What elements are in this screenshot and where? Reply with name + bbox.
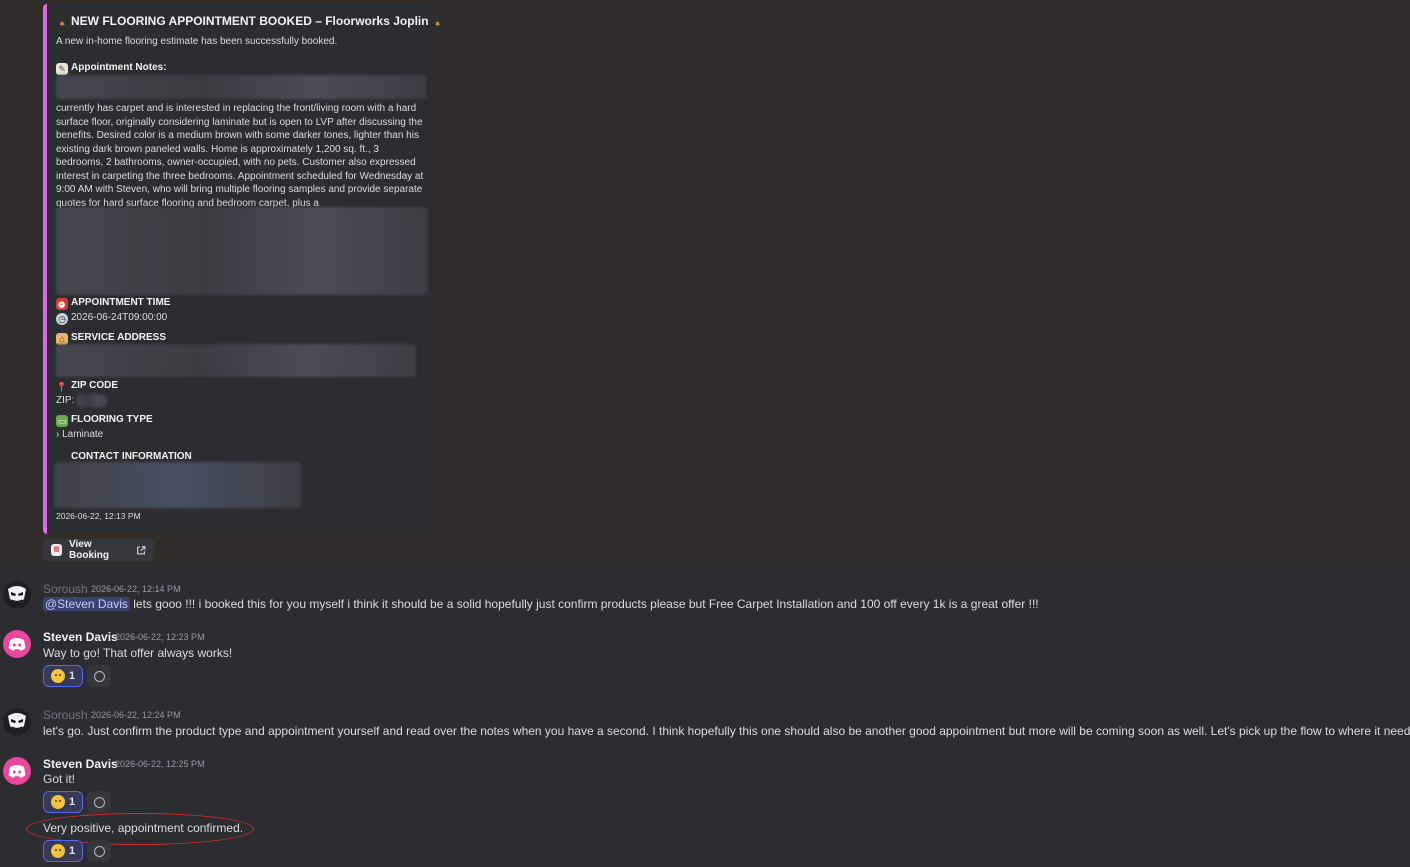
notes-title: ✎ Appointment Notes:	[56, 62, 167, 75]
smiley-icon	[93, 670, 105, 682]
masked-avatar-icon	[3, 581, 31, 609]
flooring-type-title-text: FLOORING TYPE	[71, 414, 153, 425]
redacted-address	[56, 344, 416, 377]
appointment-time-value: ◷ 2026-06-24T09:00:00	[56, 312, 167, 325]
view-booking-button[interactable]: ▦ View Booking	[43, 539, 154, 561]
discord-logo-icon	[8, 638, 26, 651]
smiley-icon	[93, 845, 105, 857]
phone-icon	[56, 449, 68, 461]
add-reaction-button[interactable]	[87, 840, 111, 862]
message-text: lets gooo !!! i booked this for you myse…	[129, 597, 1039, 611]
notes-title-text: Appointment Notes:	[71, 62, 167, 73]
message-content: @Steven Davis lets gooo !!! i booked thi…	[43, 597, 1039, 611]
zip-code-title: 📍 ZIP CODE	[56, 380, 118, 393]
service-address-title-text: SERVICE ADDRESS	[71, 332, 167, 343]
message-text: Got it!	[43, 772, 76, 786]
reaction-count: 1	[68, 670, 76, 682]
user-mention[interactable]: @Steven Davis	[43, 597, 130, 611]
message-author[interactable]: Steven Davis	[43, 757, 118, 771]
message-timestamp: 2026-06-22, 12:14 PM	[91, 584, 181, 594]
redacted-notes-start	[56, 75, 426, 99]
redacted-notes-end	[56, 207, 428, 295]
clock-icon: ◷	[56, 313, 68, 325]
calendar-icon: ▦	[51, 544, 62, 556]
couch-icon: ▭	[56, 415, 68, 427]
redacted-contact	[54, 462, 301, 508]
redacted-zip	[77, 394, 107, 407]
contact-info-title-text: CONTACT INFORMATION	[71, 451, 192, 462]
reaction-button[interactable]: 1	[43, 840, 83, 862]
message-author[interactable]: Soroush	[43, 582, 88, 596]
reaction-button[interactable]: 1	[43, 665, 83, 687]
embed-title: ✶ NEW FLOORING APPOINTMENT BOOKED – Floor…	[56, 14, 447, 30]
appointment-time-title-text: APPOINTMENT TIME	[71, 297, 171, 308]
reaction-count: 1	[68, 796, 76, 808]
avatar-steven[interactable]	[3, 757, 31, 785]
avatar-soroush[interactable]	[3, 581, 31, 609]
message-timestamp: 2026-06-22, 12:23 PM	[115, 632, 205, 642]
contact-info-title: CONTACT INFORMATION	[56, 449, 192, 462]
pin-icon: 📍	[56, 382, 68, 392]
zip-label: ZIP:	[56, 395, 75, 406]
thinking-face-icon	[50, 669, 65, 683]
message-timestamp: 2026-06-22, 12:25 PM	[115, 759, 205, 769]
message-author[interactable]: Soroush	[43, 708, 88, 722]
notes-body: currently has carpet and is interested i…	[56, 103, 424, 209]
flooring-type-title: ▭ FLOORING TYPE	[56, 414, 153, 427]
discord-logo-icon	[8, 765, 26, 778]
smiley-icon	[93, 796, 105, 808]
avatar-soroush[interactable]	[3, 708, 31, 736]
masked-avatar-icon	[3, 708, 31, 736]
appointment-time-text: 2026-06-24T09:00:00	[71, 312, 168, 323]
booking-embed: ✶ NEW FLOORING APPOINTMENT BOOKED – Floor…	[43, 4, 441, 534]
add-reaction-button[interactable]	[87, 665, 111, 687]
message-text: let's go. Just confirm the product type …	[43, 724, 1410, 738]
avatar-steven[interactable]	[3, 630, 31, 658]
reaction-button[interactable]: 1	[43, 791, 83, 813]
appointment-time-title: ⏰ APPOINTMENT TIME	[56, 297, 170, 310]
flooring-type-value: › Laminate	[56, 429, 104, 440]
message-text: Way to go! That offer always works!	[43, 646, 233, 660]
view-booking-label: View Booking	[69, 539, 109, 561]
message-timestamp: 2026-06-22, 12:24 PM	[91, 710, 181, 720]
message-author[interactable]: Steven Davis	[43, 630, 118, 644]
embed-footer-timestamp: 2026-06-22, 12:13 PM	[56, 511, 141, 521]
party-popper-icon: ✶	[433, 19, 442, 29]
memo-icon: ✎	[56, 63, 68, 75]
embed-title-text: NEW FLOORING APPOINTMENT BOOKED – Floorw…	[71, 14, 429, 28]
add-reaction-button[interactable]	[87, 791, 111, 813]
reaction-count: 1	[68, 845, 76, 857]
alarm-clock-icon: ⏰	[56, 298, 68, 310]
party-popper-icon: ✶	[58, 19, 66, 29]
thinking-face-icon	[50, 795, 65, 809]
external-link-icon	[137, 545, 146, 554]
thinking-face-icon	[50, 844, 65, 858]
embed-description: A new in-home flooring estimate has been…	[56, 36, 338, 47]
zip-code-title-text: ZIP CODE	[71, 380, 119, 391]
